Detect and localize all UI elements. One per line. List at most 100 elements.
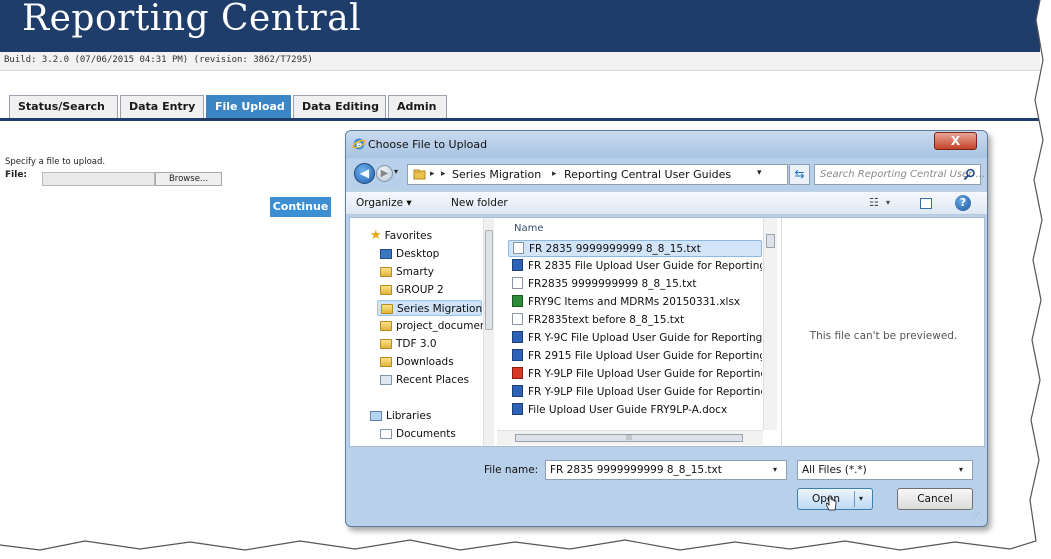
forward-arrow-icon[interactable]: ▶ <box>376 165 393 182</box>
preview-pane-icon[interactable] <box>920 198 932 209</box>
file-row[interactable]: FR Y-9LP File Upload User Guide for Repo… <box>508 366 762 383</box>
nav-item-label: Favorites <box>384 230 433 242</box>
scrollbar-thumb[interactable] <box>485 230 493 330</box>
new-folder-button[interactable]: New folder <box>451 197 508 209</box>
cancel-button[interactable]: Cancel <box>897 488 973 510</box>
file-list-vertical-scrollbar[interactable] <box>763 218 777 430</box>
screenshot-canvas: Reporting Central Build: 3.2.0 (07/06/20… <box>0 0 1051 559</box>
file-row[interactable]: FRY9C Items and MDRMs 20150331.xlsx <box>508 294 762 311</box>
file-name: FR 2835 File Upload User Guide for Repor… <box>528 260 762 272</box>
address-dropdown-icon[interactable]: ▾ <box>757 168 762 178</box>
breadcrumb-chevron-icon: ▸ <box>441 169 446 179</box>
file-name-label: File name: <box>484 464 539 476</box>
text-file-icon <box>512 277 523 289</box>
svg-text:e: e <box>356 140 362 149</box>
file-name: FR2835text before 8_8_15.txt <box>528 314 685 326</box>
file-list-horizontal-scrollbar[interactable]: ||| <box>497 430 763 445</box>
file-type-filter-select[interactable]: All Files (*.*) ▾ <box>797 460 973 480</box>
file-name: FRY9C Items and MDRMs 20150331.xlsx <box>528 296 741 308</box>
preview-pane: This file can't be previewed. <box>781 218 984 446</box>
browse-button[interactable]: Browse... <box>155 172 222 186</box>
continue-button[interactable]: Continue <box>270 197 331 217</box>
nav-item-label: Libraries <box>386 410 432 422</box>
help-icon[interactable]: ? <box>955 195 971 211</box>
resize-grip-icon[interactable]: ⋰ <box>972 511 980 520</box>
preview-message: This file can't be previewed. <box>809 330 958 342</box>
excel-file-icon <box>512 295 523 307</box>
downloads-icon <box>380 357 392 367</box>
search-input[interactable]: Search Reporting Central User ... <box>814 164 985 185</box>
file-row[interactable]: File Upload User Guide FRY9LP-A.docx <box>508 402 762 419</box>
text-file-icon <box>512 313 523 325</box>
nav-item-smarty[interactable]: Smarty <box>380 264 434 280</box>
search-icon <box>963 168 975 181</box>
nav-item-documents[interactable]: Documents <box>380 426 456 446</box>
breadcrumb-item[interactable]: Reporting Central User Guides <box>564 168 731 181</box>
folder-icon <box>380 339 392 349</box>
back-arrow-icon[interactable]: ◀ <box>354 163 375 184</box>
recent-locations-dropdown[interactable]: ▾ <box>394 167 398 176</box>
nav-item-libraries[interactable]: Libraries <box>370 408 431 424</box>
build-info-text: Build: 3.2.0 (07/06/2015 04:31 PM) (revi… <box>4 55 313 65</box>
app-title: Reporting Central <box>22 0 362 39</box>
organize-button[interactable]: Organize ▾ <box>356 197 412 209</box>
nav-item-recent-places[interactable]: Recent Places <box>380 372 469 388</box>
nav-item-downloads[interactable]: Downloads <box>380 354 454 370</box>
file-row[interactable]: FR 2835 9999999999 8_8_15.txt <box>508 240 762 257</box>
upload-prompt: Specify a file to upload. <box>5 157 106 167</box>
dialog-titlebar[interactable]: e Choose File to Upload X <box>346 131 987 158</box>
views-icon[interactable]: ☷ <box>869 196 879 209</box>
refresh-icon[interactable]: ⇆ <box>789 164 810 185</box>
navigation-scrollbar[interactable] <box>483 218 494 446</box>
command-bar: Organize ▾ New folder ☷ ▾ ? <box>346 191 987 215</box>
chevron-down-icon[interactable]: ▾ <box>859 494 863 503</box>
file-row[interactable]: FR Y-9C File Upload User Guide for Repor… <box>508 330 762 347</box>
nav-item-label: Documents <box>396 428 456 440</box>
close-icon[interactable]: X <box>934 132 977 150</box>
address-row: ◀ ▶ ▾ ▸ ▸ Series Migration ▸ Reporting C… <box>346 161 987 187</box>
file-name: FR Y-9C File Upload User Guide for Repor… <box>528 332 762 344</box>
nav-item-series-migration[interactable]: Series Migration <box>377 300 482 316</box>
tab-data-entry[interactable]: Data Entry <box>120 95 204 118</box>
tab-status-search[interactable]: Status/Search <box>9 95 118 118</box>
file-row[interactable]: FR 2835 File Upload User Guide for Repor… <box>508 258 762 275</box>
nav-item-label: Series Migration <box>397 303 483 315</box>
word-file-icon <box>512 385 523 397</box>
scrollbar-thumb[interactable] <box>766 234 775 248</box>
file-row[interactable]: FR2835 9999999999 8_8_15.txt <box>508 276 762 293</box>
nav-item-label: GROUP 2 <box>396 284 444 296</box>
address-bar[interactable]: ▸ ▸ Series Migration ▸ Reporting Central… <box>407 164 788 185</box>
nav-item-desktop[interactable]: Desktop <box>380 246 439 262</box>
chevron-down-icon[interactable]: ▾ <box>959 465 963 474</box>
file-name-value: FR 2835 9999999999 8_8_15.txt <box>550 464 722 476</box>
folder-icon <box>380 321 392 331</box>
recent-places-icon <box>380 375 392 385</box>
word-file-icon <box>512 349 523 361</box>
file-row[interactable]: FR2835text before 8_8_15.txt <box>508 312 762 329</box>
tab-file-upload[interactable]: File Upload <box>206 95 291 118</box>
file-name: FR Y-9LP File Upload User Guide for Repo… <box>528 386 762 398</box>
file-row[interactable]: FR 2915 File Upload User Guide for Repor… <box>508 348 762 365</box>
views-dropdown-icon[interactable]: ▾ <box>886 198 890 207</box>
nav-item-label: project_documer <box>396 320 483 332</box>
nav-item-favorites[interactable]: ★ Favorites <box>370 228 432 244</box>
tab-data-editing[interactable]: Data Editing <box>293 95 386 118</box>
file-list-pane: Name ▲ FR 2835 9999999999 8_8_15.txt FR … <box>497 218 779 446</box>
breadcrumb-item[interactable]: Series Migration <box>452 168 541 181</box>
nav-item-tdf[interactable]: TDF 3.0 <box>380 336 437 352</box>
nav-item-group-2[interactable]: GROUP 2 <box>380 282 444 298</box>
internet-explorer-icon: e <box>352 138 366 150</box>
file-path-field[interactable] <box>42 172 155 186</box>
column-header-name[interactable]: Name <box>514 223 544 234</box>
file-name-input[interactable]: FR 2835 9999999999 8_8_15.txt ▾ <box>545 460 787 480</box>
file-name: FR2835 9999999999 8_8_15.txt <box>528 278 697 290</box>
file-type-filter-value: All Files (*.*) <box>802 464 867 476</box>
file-row[interactable]: FR Y-9LP File Upload User Guide for Repo… <box>508 384 762 401</box>
chevron-down-icon[interactable]: ▾ <box>773 465 777 474</box>
nav-item-label: TDF 3.0 <box>396 338 437 350</box>
folder-icon <box>413 169 426 180</box>
tab-admin[interactable]: Admin <box>388 95 447 118</box>
file-name: FR Y-9LP File Upload User Guide for Repo… <box>528 368 762 380</box>
nav-item-project-documents[interactable]: project_documer <box>380 318 483 334</box>
scrollbar-thumb[interactable]: ||| <box>515 434 743 442</box>
